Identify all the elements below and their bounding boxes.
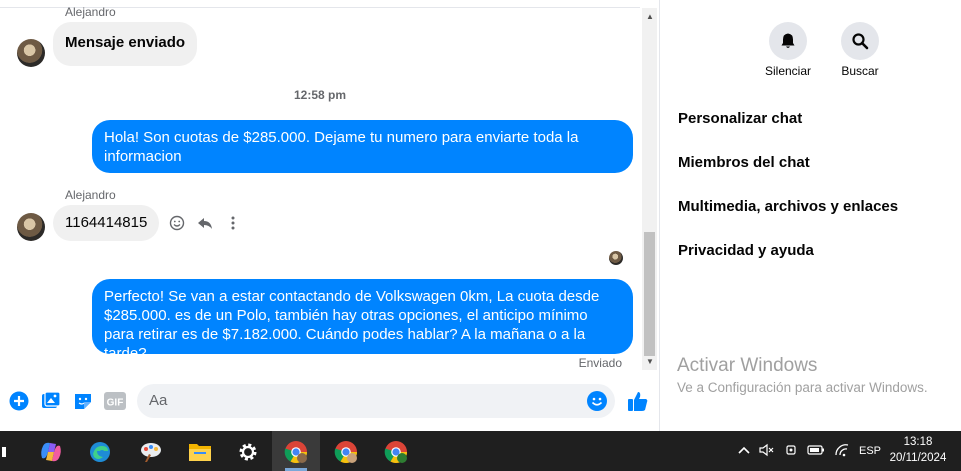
message-input-box[interactable]: [137, 384, 615, 418]
sender-name: Alejandro: [65, 5, 116, 19]
like-icon[interactable]: [627, 391, 649, 411]
paint-app-icon[interactable]: [138, 439, 164, 465]
incoming-message[interactable]: Mensaje enviado: [53, 22, 198, 66]
mute-button[interactable]: [769, 22, 807, 60]
menu-customize-chat[interactable]: Personalizar chat: [678, 110, 802, 127]
emoji-icon[interactable]: [587, 391, 607, 411]
outgoing-message[interactable]: Hola! Son cuotas de $285.000. Dejame tu …: [92, 120, 633, 173]
incoming-message[interactable]: 1164414815: [53, 205, 160, 241]
cpu-meter-icon[interactable]: [784, 443, 798, 460]
avatar[interactable]: [17, 39, 45, 67]
photo-icon[interactable]: [41, 391, 61, 411]
scroll-up-arrow-icon[interactable]: ▲: [645, 12, 655, 22]
clock-time: 13:18: [903, 436, 933, 448]
edge-icon[interactable]: [87, 439, 113, 465]
search-icon: [852, 33, 869, 50]
file-explorer-icon[interactable]: [187, 439, 213, 465]
composer: GIF: [0, 378, 660, 424]
menu-media-files-links[interactable]: Multimedia, archivos y enlaces: [678, 198, 898, 215]
scrollbar-thumb[interactable]: [644, 232, 655, 356]
add-icon[interactable]: [9, 391, 29, 411]
sender-name: Alejandro: [65, 188, 116, 202]
chat-thread: Alejandro Mensaje enviado 12:58 pm Hola!…: [0, 0, 660, 431]
scroll-down-arrow-icon[interactable]: ▼: [645, 357, 655, 367]
clock[interactable]: 13:18 20/11/2024: [883, 434, 953, 466]
activate-windows-subtitle: Ve a Configuración para activar Windows.: [677, 380, 928, 395]
activate-windows-title: Activar Windows: [677, 355, 818, 376]
sticker-icon[interactable]: [73, 391, 93, 411]
reply-icon[interactable]: [196, 214, 214, 232]
react-emoji-icon[interactable]: [168, 214, 186, 232]
chrome-profile-3-icon[interactable]: [383, 439, 409, 465]
chat-details-panel: Silenciar Buscar Personalizar chat Miemb…: [661, 0, 961, 431]
search-button[interactable]: [841, 22, 879, 60]
seen-avatar: [609, 251, 623, 265]
delivery-status: Enviado: [578, 356, 622, 370]
mute-label: Silenciar: [764, 64, 812, 78]
language-indicator[interactable]: ESP: [859, 445, 881, 457]
clock-date: 20/11/2024: [889, 452, 947, 464]
menu-privacy-help[interactable]: Privacidad y ayuda: [678, 242, 814, 259]
menu-chat-members[interactable]: Miembros del chat: [678, 154, 810, 171]
message-timestamp: 12:58 pm: [293, 88, 347, 102]
battery-icon[interactable]: [807, 444, 825, 459]
chrome-profile-1-icon[interactable]: [283, 439, 309, 465]
message-actions: [168, 214, 242, 232]
message-input[interactable]: [149, 392, 569, 409]
copilot-icon[interactable]: [38, 439, 64, 465]
outgoing-message[interactable]: Perfecto! Se van a estar contactando de …: [92, 279, 633, 362]
settings-icon[interactable]: [235, 439, 261, 465]
volume-muted-icon[interactable]: [759, 443, 775, 460]
avatar[interactable]: [17, 213, 45, 241]
screen: Alejandro Mensaje enviado 12:58 pm Hola!…: [0, 0, 961, 471]
wifi-icon[interactable]: [834, 443, 850, 460]
taskbar: ESP 13:18 20/11/2024: [0, 431, 961, 471]
task-view-icon[interactable]: [0, 439, 10, 465]
gif-label: GIF: [107, 398, 124, 409]
more-options-icon[interactable]: [224, 214, 242, 232]
gif-icon[interactable]: GIF: [104, 391, 126, 411]
show-hidden-icons-icon[interactable]: [738, 444, 750, 458]
bell-icon: [781, 33, 795, 48]
chrome-profile-2-icon[interactable]: [333, 439, 359, 465]
search-label: Buscar: [841, 64, 879, 78]
system-tray: ESP: [738, 431, 881, 471]
